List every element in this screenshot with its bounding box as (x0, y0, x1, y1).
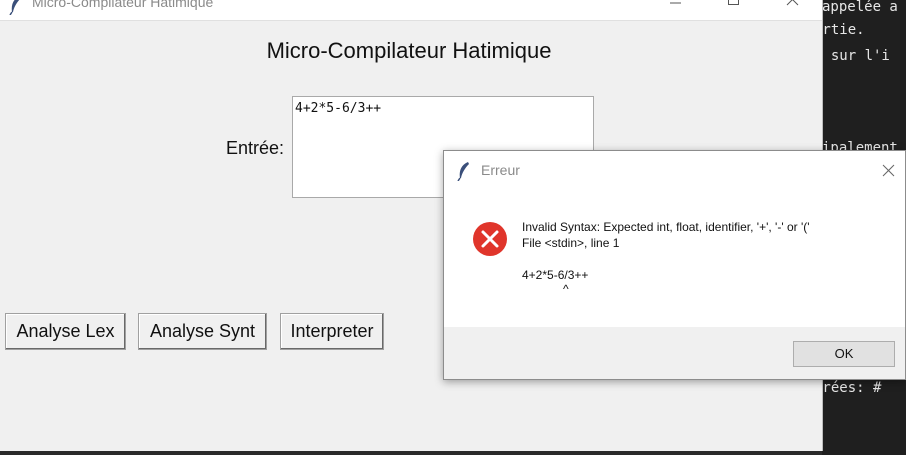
dialog-title: Erreur (481, 162, 520, 178)
main-titlebar[interactable]: Micro-Compilateur Hatimique (0, 0, 822, 21)
entry-label: Entrée: (226, 138, 285, 158)
terminal-line: érées: # (820, 380, 882, 396)
feather-icon (457, 161, 471, 186)
error-message-line: File <stdin>, line 1 (522, 236, 620, 250)
error-caret: ^ (563, 282, 569, 296)
ok-button[interactable]: OK (793, 341, 895, 367)
dialog-titlebar[interactable]: Erreur (444, 151, 905, 191)
analyse-lex-button[interactable]: Analyse Lex (5, 313, 126, 350)
error-message-line: Invalid Syntax: Expected int, float, ide… (522, 220, 810, 234)
error-dialog: Erreur Invalid Syntax: Expected int, flo… (443, 150, 906, 380)
dialog-footer: OK (444, 327, 905, 379)
maximize-icon[interactable] (722, 0, 746, 16)
terminal-line: appelée a (822, 0, 898, 15)
entry-value: 4+2*5-6/3++ (295, 101, 382, 116)
error-message: Invalid Syntax: Expected int, float, ide… (522, 219, 810, 295)
app-heading: Micro-Compilateur Hatimique (0, 38, 822, 64)
app-heading-text: Micro-Compilateur Hatimique (266, 38, 552, 63)
error-icon (472, 221, 508, 257)
feather-icon (9, 0, 23, 20)
terminal-line: ortie. (820, 22, 865, 38)
error-code-line: 4+2*5-6/3++ (522, 268, 589, 282)
minimize-icon[interactable] (664, 0, 688, 16)
main-window-title: Micro-Compilateur Hatimique (32, 0, 214, 10)
analyse-synt-button[interactable]: Analyse Synt (138, 313, 267, 350)
terminal-line: t sur l'i (820, 48, 890, 64)
close-icon[interactable] (879, 161, 899, 181)
taskbar-edge (0, 451, 822, 455)
interpreter-button[interactable]: Interpreter (280, 313, 384, 350)
close-icon[interactable] (781, 0, 805, 16)
